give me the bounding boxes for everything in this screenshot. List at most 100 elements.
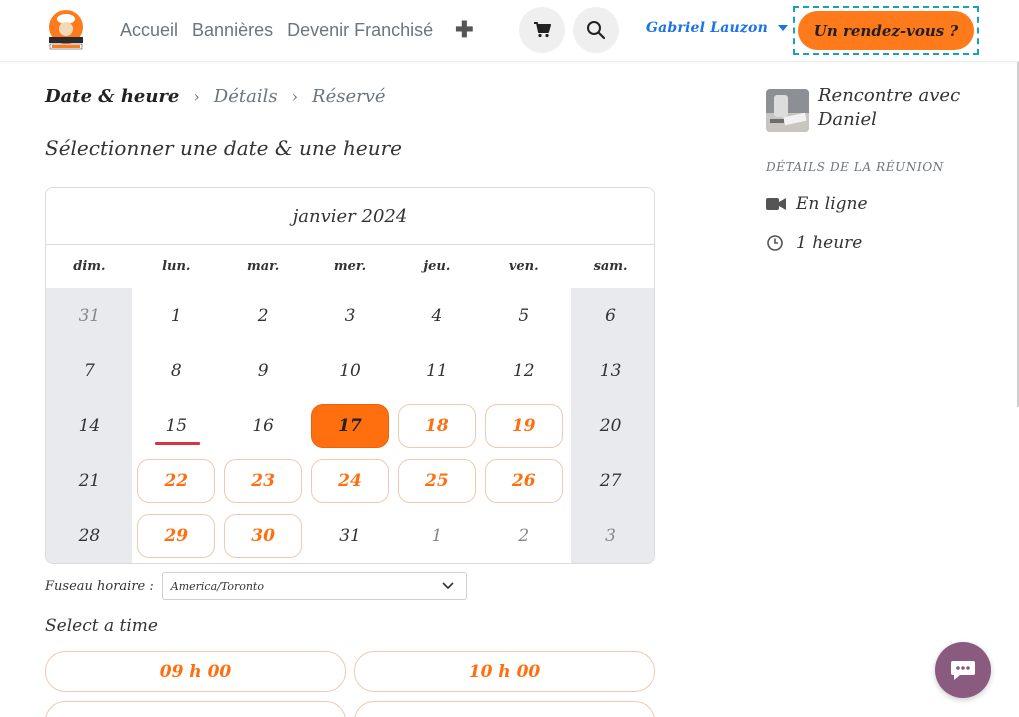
user-name: Gabriel Lauzon [646,20,768,36]
calendar-day: 11 [426,360,448,381]
calendar-day: 14 [78,415,101,436]
calendar-month-label: janvier 2024 [46,188,654,245]
meeting-location-text: En ligne [796,194,868,214]
calendar-day: 6 [605,305,616,326]
calendar-day: 7 [84,360,95,381]
calendar-day: 3 [605,525,616,546]
calendar-day: 20 [599,415,622,436]
calendar-day: 28 [78,525,101,546]
calendar-day: 5 [518,305,530,326]
brand-logo[interactable] [46,9,86,51]
calendar-day-number: 19 [484,403,563,448]
step-reserve: Réservé [312,86,386,107]
meeting-thumbnail [766,89,809,132]
nav-devenir-franchise[interactable]: Devenir Franchisé [287,20,433,41]
calendar-weeks: 31 1 2 3 4 5 6 7 8 9 10 11 12 13 14 15 16 17 18 19 20 21 22 23 2… [46,288,654,563]
calendar-week-row: 31 1 2 3 4 5 6 [46,288,654,343]
calendar-day-today: 15 [133,398,220,453]
select-time-label: Select a time [45,616,158,636]
calendar-day: 3 [344,305,356,326]
calendar-day: 31 [78,305,101,326]
nav-accueil[interactable]: Accueil [120,20,178,41]
time-slot-next-left[interactable] [45,701,346,717]
calendar-day-number: 24 [311,458,389,503]
chevron-down-icon [442,582,454,590]
calendar-day-number: 17 [311,403,389,448]
live-chat-button[interactable] [935,642,991,698]
calendar-day-available[interactable]: 23 [220,453,307,508]
calendar-day-available[interactable]: 18 [393,398,480,453]
calendar-day-available[interactable]: 29 [133,508,220,563]
top-navbar: Accueil Bannières Devenir Franchisé ✚ Ga… [0,0,1019,62]
time-slot-0900[interactable]: 09 h 00 [45,651,346,692]
calendar-week-row: 7 8 9 10 11 12 13 [46,343,654,398]
calendar-day-available[interactable]: 25 [393,453,480,508]
calendar-week-row: 21 22 23 24 25 26 27 [46,453,654,508]
timezone-label: Fuseau horaire : [45,578,154,594]
calendar-day: 10 [339,360,361,381]
timezone-row: Fuseau horaire : America/Toronto [45,572,467,600]
meeting-duration-text: 1 heure [796,233,863,253]
appointment-button-focus: Un rendez-vous ? [793,6,979,55]
calendar-day: 21 [78,470,101,491]
step-date-heure: Date & heure [45,86,180,107]
cart-icon [534,22,551,38]
date-picker-calendar: janvier 2024 dim. lun. mar. mer. jeu. ven. sam… [45,187,655,564]
nav-bannieres[interactable]: Bannières [192,20,273,41]
calendar-day-available[interactable]: 22 [133,453,220,508]
meeting-title: Rencontre avec Daniel [818,85,961,130]
weekday-label: mer. [333,259,367,274]
user-menu[interactable]: Gabriel Lauzon [646,20,788,36]
calendar-day: 1 [170,305,182,326]
calendar-day: 9 [257,360,269,381]
calendar-day-number: 26 [484,458,563,503]
weekday-label: ven. [508,259,539,274]
calendar-day-number: 25 [397,458,476,503]
weekday-header-row: dim. lun. mar. mer. jeu. ven. sam. [46,245,654,288]
calendar-day: 1 [431,525,443,546]
calendar-day-selected[interactable]: 17 [307,398,394,453]
time-slot-1000[interactable]: 10 h 00 [354,651,655,692]
chat-bubble-icon [951,661,975,680]
appointment-button[interactable]: Un rendez-vous ? [798,11,974,50]
calendar-day-number: 22 [137,458,216,503]
calendar-day-available[interactable]: 24 [307,453,394,508]
calendar-day: 31 [339,525,361,546]
calendar-grid: dim. lun. mar. mer. jeu. ven. sam. 31 1 2 3 4 5 6 7 8 9… [46,245,654,563]
plus-icon[interactable]: ✚ [455,17,473,43]
chevron-right-icon: › [291,87,299,106]
calendar-day: 2 [257,305,269,326]
weekday-label: sam. [593,259,628,274]
calendar-day: 13 [599,360,622,381]
calendar-day-available[interactable]: 26 [480,453,567,508]
step-details: Détails [213,86,278,107]
weekday-label: dim. [73,259,106,274]
calendar-day: 8 [170,360,182,381]
meeting-location: En ligne [766,194,868,214]
chevron-right-icon: › [193,87,200,106]
weekday-label: mar. [246,259,280,274]
chevron-down-icon [777,25,788,31]
cart-button[interactable] [519,7,565,53]
calendar-day-number: 18 [397,403,476,448]
calendar-day-number: 30 [224,513,303,558]
calendar-day-available[interactable]: 30 [220,508,307,563]
calendar-day-number: 29 [137,513,216,558]
search-icon [587,21,606,40]
video-camera-icon [766,197,788,211]
search-button[interactable] [573,7,619,53]
calendar-day: 2 [518,525,530,546]
calendar-day: 27 [599,470,622,491]
calendar-day-available[interactable]: 19 [480,398,567,453]
weekday-label: jeu. [423,259,451,274]
calendar-week-row: 28 29 30 31 1 2 3 [46,508,654,563]
meeting-details-heading: DÉTAILS DE LA RÉUNION [766,160,944,174]
clock-icon [766,234,788,252]
calendar-day-number: 23 [224,458,303,503]
booking-steps-breadcrumb: Date & heure › Détails › Réservé [45,86,386,107]
timezone-select[interactable]: America/Toronto [161,572,467,600]
calendar-week-row: 14 15 16 17 18 19 20 [46,398,654,453]
main-nav: Accueil Bannières Devenir Franchisé ✚ [120,0,474,60]
time-slot-next-right[interactable] [354,701,655,717]
timezone-value: America/Toronto [170,579,264,593]
